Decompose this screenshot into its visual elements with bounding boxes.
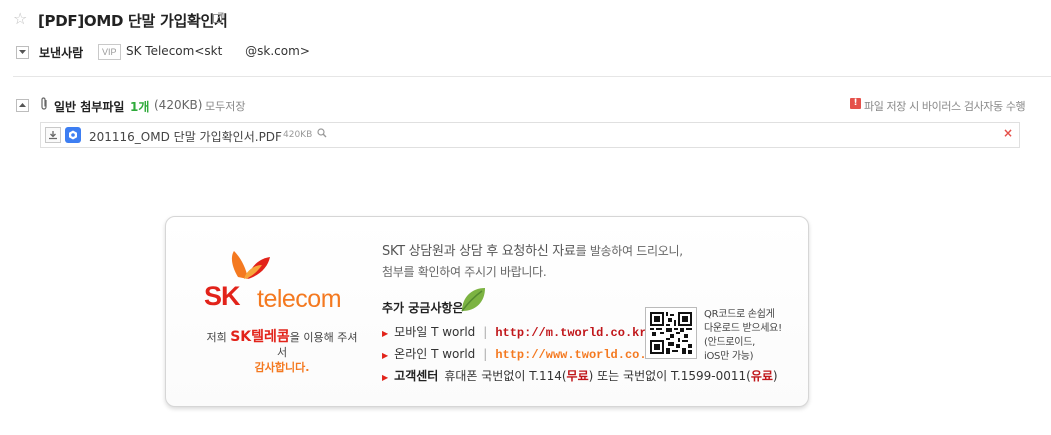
cs-paid: 유료 bbox=[750, 369, 773, 383]
online-tworld-row: ▶ 온라인 T world | http://www.tworld.co.kr bbox=[382, 347, 661, 362]
sender-label: 보낸사람 bbox=[39, 46, 84, 60]
intro-line2: 첨부를 확인하여 주시기 바랍니다. bbox=[382, 265, 547, 279]
sender-address[interactable]: SK Telecom<skt @sk.com> bbox=[126, 44, 310, 58]
sender-collapse-toggle[interactable] bbox=[16, 46, 29, 59]
mail-subject: [PDF]OMD 단말 가입확인서 bbox=[38, 12, 228, 30]
customer-center-row: ▶ 고객센터 휴대폰 국번없이 T.114(무료) 또는 국번없이 T.1599-0… bbox=[382, 367, 778, 384]
attachments-total-size: (420KB) bbox=[154, 98, 203, 112]
skt-info-banner: SK telecom 저희 SK텔레콤을 이용해 주셔서 감사합니다. SKT … bbox=[165, 216, 809, 407]
mobile-tworld-link[interactable]: http://m.tworld.co.kr bbox=[495, 326, 646, 340]
divider bbox=[13, 76, 1051, 77]
attachments-count: 1개 bbox=[130, 100, 150, 114]
attachment-file-size: 420KB bbox=[283, 130, 313, 140]
thanks-message: 저희 SK텔레콤을 이용해 주셔서 감사합니다. bbox=[202, 330, 362, 375]
intro-small: 를 발송하여 드리오니, bbox=[575, 244, 684, 258]
attachments-collapse-toggle[interactable] bbox=[16, 99, 29, 112]
cs-mobile: 휴대폰 국번없이 T.114( bbox=[444, 369, 567, 383]
more-questions-title: 추가 궁금사항은 bbox=[382, 301, 464, 315]
customer-center-label: 고객센터 bbox=[394, 369, 439, 383]
online-tworld-label: 온라인 T world bbox=[394, 347, 476, 361]
intro-big: SKT 상담원과 상담 후 요청하신 자료 bbox=[382, 244, 576, 259]
cloud-save-icon[interactable] bbox=[65, 127, 81, 143]
thanks-pre: 저희 bbox=[206, 331, 231, 344]
virus-scan-note: 파일 저장 시 바이러스 검사자동 수행 bbox=[864, 100, 1026, 113]
vip-badge[interactable]: VIP bbox=[98, 44, 121, 60]
logo-telecom-text: telecom bbox=[257, 285, 342, 313]
save-all-link[interactable]: 모두저장 bbox=[205, 98, 245, 114]
cs-end: ) bbox=[772, 369, 778, 383]
mobile-tworld-row: ▶ 모바일 T world | http://m.tworld.co.kr bbox=[382, 325, 647, 340]
logo-sk-text: SK bbox=[204, 281, 241, 311]
preview-search-icon[interactable] bbox=[317, 128, 327, 138]
bullet-triangle-icon: ▶ bbox=[382, 329, 389, 338]
qr-code-icon bbox=[645, 307, 697, 359]
online-tworld-link[interactable]: http://www.tworld.co.kr bbox=[495, 348, 661, 362]
download-icon[interactable] bbox=[45, 127, 61, 143]
chevron-down-icon bbox=[19, 50, 26, 54]
attachments-title: 일반 첨부파일 bbox=[54, 100, 125, 114]
paperclip-icon bbox=[41, 97, 47, 110]
thanks-post: 을 이용해 주셔서 bbox=[276, 331, 358, 359]
qr-download-note: QR코드로 손쉽게 다운로드 받으세요! (안드로이드, iOS만 가능) bbox=[704, 309, 782, 362]
bullet-triangle-icon: ▶ bbox=[382, 373, 389, 382]
attachment-file-name[interactable]: 201116_OMD 단말 가입확인서.PDF bbox=[89, 128, 282, 145]
alert-icon: ! bbox=[850, 98, 861, 109]
thanks-line2: 감사합니다. bbox=[254, 361, 310, 374]
remove-attachment-icon[interactable]: × bbox=[1003, 126, 1013, 140]
attachment-file-row: 201116_OMD 단말 가입확인서.PDF 420KB × bbox=[40, 122, 1020, 148]
intro-text: SKT 상담원과 상담 후 요청하신 자료를 발송하여 드리오니, 첨부를 확인… bbox=[382, 241, 683, 282]
cs-free: 무료 bbox=[566, 369, 589, 383]
chevron-up-icon bbox=[19, 103, 26, 107]
mobile-tworld-label: 모바일 T world bbox=[394, 325, 476, 339]
leaf-icon bbox=[461, 288, 485, 312]
bullet-triangle-icon: ▶ bbox=[382, 351, 389, 360]
cs-mid: ) 또는 국번없이 T.1599-0011( bbox=[588, 369, 751, 383]
external-link-icon[interactable] bbox=[213, 12, 224, 23]
thanks-brand: SK텔레콤 bbox=[230, 329, 290, 345]
sk-butterfly-logo-icon bbox=[231, 251, 270, 279]
star-icon[interactable]: ☆ bbox=[13, 11, 27, 27]
